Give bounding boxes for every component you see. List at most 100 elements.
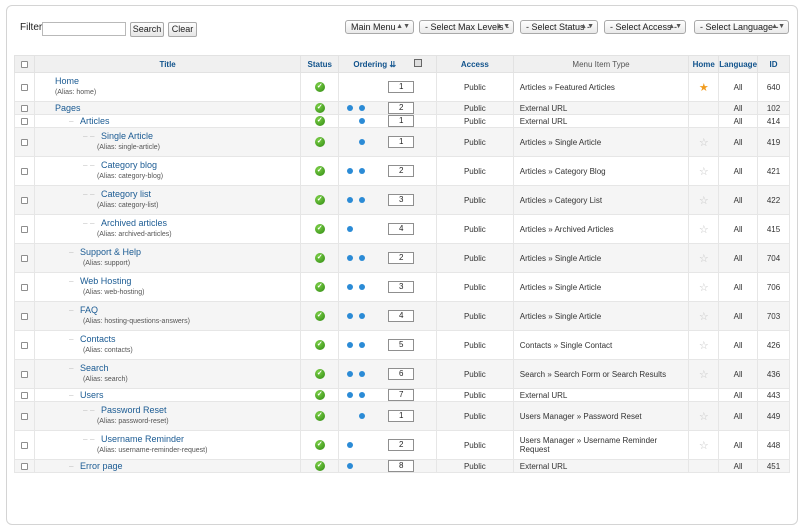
order-input[interactable]: 1 <box>388 115 415 127</box>
move-up-icon[interactable] <box>347 284 354 290</box>
row-checkbox[interactable] <box>20 462 28 470</box>
move-up-icon[interactable] <box>347 313 354 319</box>
move-down-icon[interactable] <box>359 139 366 145</box>
set-home-star-icon[interactable]: ☆ <box>699 195 709 207</box>
item-title-link[interactable]: Pages <box>55 103 81 113</box>
column-title[interactable]: Title <box>33 55 302 73</box>
row-checkbox[interactable] <box>20 254 28 262</box>
order-input[interactable]: 5 <box>388 339 415 351</box>
language-select[interactable]: - Select Language - ▲▼ <box>694 20 789 34</box>
move-up-icon[interactable] <box>347 226 354 232</box>
column-status[interactable]: Status <box>300 55 340 73</box>
set-home-star-icon[interactable]: ☆ <box>699 411 709 423</box>
column-language[interactable]: Language <box>718 55 759 73</box>
published-check-icon[interactable]: ✓ <box>314 253 325 263</box>
published-check-icon[interactable]: ✓ <box>314 369 325 379</box>
max-levels-select[interactable]: - Select Max Levels - ▲▼ <box>419 20 514 34</box>
move-up-icon[interactable] <box>347 342 354 348</box>
published-check-icon[interactable]: ✓ <box>314 116 325 126</box>
set-home-star-icon[interactable]: ☆ <box>699 369 709 381</box>
published-check-icon[interactable]: ✓ <box>314 166 325 176</box>
order-input[interactable]: 3 <box>388 194 415 206</box>
move-down-icon[interactable] <box>359 255 366 261</box>
move-up-icon[interactable] <box>347 255 354 261</box>
search-button[interactable]: Search <box>130 22 164 37</box>
row-checkbox[interactable] <box>20 83 28 91</box>
published-check-icon[interactable]: ✓ <box>314 195 325 205</box>
move-down-icon[interactable] <box>359 197 366 203</box>
set-home-star-icon[interactable]: ☆ <box>699 340 709 352</box>
row-checkbox[interactable] <box>20 312 28 320</box>
published-check-icon[interactable]: ✓ <box>314 411 325 421</box>
row-checkbox[interactable] <box>20 196 28 204</box>
filter-input[interactable] <box>42 22 126 36</box>
row-checkbox[interactable] <box>20 441 28 449</box>
item-title-link[interactable]: Single Article <box>101 131 153 141</box>
move-down-icon[interactable] <box>359 313 366 319</box>
published-check-icon[interactable]: ✓ <box>314 82 325 92</box>
move-down-icon[interactable] <box>359 105 366 111</box>
move-up-icon[interactable] <box>347 105 354 111</box>
order-input[interactable]: 2 <box>388 102 415 114</box>
clear-button[interactable]: Clear <box>168 22 197 37</box>
move-down-icon[interactable] <box>359 168 366 174</box>
order-input[interactable]: 7 <box>388 389 415 401</box>
row-checkbox[interactable] <box>20 138 28 146</box>
published-check-icon[interactable]: ✓ <box>314 137 325 147</box>
item-title-link[interactable]: Web Hosting <box>80 276 131 286</box>
row-checkbox[interactable] <box>20 341 28 349</box>
default-home-star-icon[interactable]: ★ <box>699 82 709 94</box>
move-up-icon[interactable] <box>347 168 354 174</box>
access-select[interactable]: - Select Access - ▲▼ <box>604 20 686 34</box>
move-up-icon[interactable] <box>347 197 354 203</box>
column-access[interactable]: Access <box>435 55 514 73</box>
item-title-link[interactable]: Category blog <box>101 160 157 170</box>
row-checkbox[interactable] <box>20 104 28 112</box>
row-checkbox[interactable] <box>20 225 28 233</box>
move-up-icon[interactable] <box>347 371 354 377</box>
published-check-icon[interactable]: ✓ <box>314 340 325 350</box>
item-title-link[interactable]: Search <box>80 363 109 373</box>
published-check-icon[interactable]: ✓ <box>314 282 325 292</box>
item-title-link[interactable]: Username Reminder <box>101 434 184 444</box>
order-input[interactable]: 3 <box>388 281 415 293</box>
row-checkbox[interactable] <box>20 167 28 175</box>
move-down-icon[interactable] <box>359 371 366 377</box>
item-title-link[interactable]: Home <box>55 76 79 86</box>
move-up-icon[interactable] <box>347 392 354 398</box>
item-title-link[interactable]: Users <box>80 390 104 400</box>
item-title-link[interactable]: Contacts <box>80 334 116 344</box>
published-check-icon[interactable]: ✓ <box>314 440 325 450</box>
move-down-icon[interactable] <box>359 284 366 290</box>
published-check-icon[interactable]: ✓ <box>314 311 325 321</box>
published-check-icon[interactable]: ✓ <box>314 224 325 234</box>
row-checkbox[interactable] <box>20 370 28 378</box>
row-checkbox[interactable] <box>20 283 28 291</box>
move-up-icon[interactable] <box>347 463 354 469</box>
item-title-link[interactable]: Error page <box>80 461 123 471</box>
item-title-link[interactable]: Articles <box>80 116 110 126</box>
published-check-icon[interactable]: ✓ <box>314 461 325 471</box>
move-down-icon[interactable] <box>359 118 366 124</box>
order-input[interactable]: 1 <box>388 81 415 93</box>
order-input[interactable]: 1 <box>388 136 415 148</box>
move-down-icon[interactable] <box>359 392 366 398</box>
set-home-star-icon[interactable]: ☆ <box>699 224 709 236</box>
status-select[interactable]: - Select Status - ▲▼ <box>520 20 598 34</box>
order-input[interactable]: 2 <box>388 252 415 264</box>
order-input[interactable]: 8 <box>388 460 415 472</box>
row-checkbox[interactable] <box>20 117 28 125</box>
order-input[interactable]: 6 <box>388 368 415 380</box>
set-home-star-icon[interactable]: ☆ <box>699 253 709 265</box>
item-title-link[interactable]: Archived articles <box>101 218 167 228</box>
move-down-icon[interactable] <box>359 342 366 348</box>
set-home-star-icon[interactable]: ☆ <box>699 137 709 149</box>
set-home-star-icon[interactable]: ☆ <box>699 166 709 178</box>
order-input[interactable]: 2 <box>388 439 415 451</box>
row-checkbox[interactable] <box>20 391 28 399</box>
column-home[interactable]: Home <box>688 55 720 73</box>
check-all-checkbox[interactable] <box>20 60 28 68</box>
column-id[interactable]: ID <box>757 55 790 73</box>
order-input[interactable]: 1 <box>388 410 415 422</box>
move-down-icon[interactable] <box>359 413 366 419</box>
